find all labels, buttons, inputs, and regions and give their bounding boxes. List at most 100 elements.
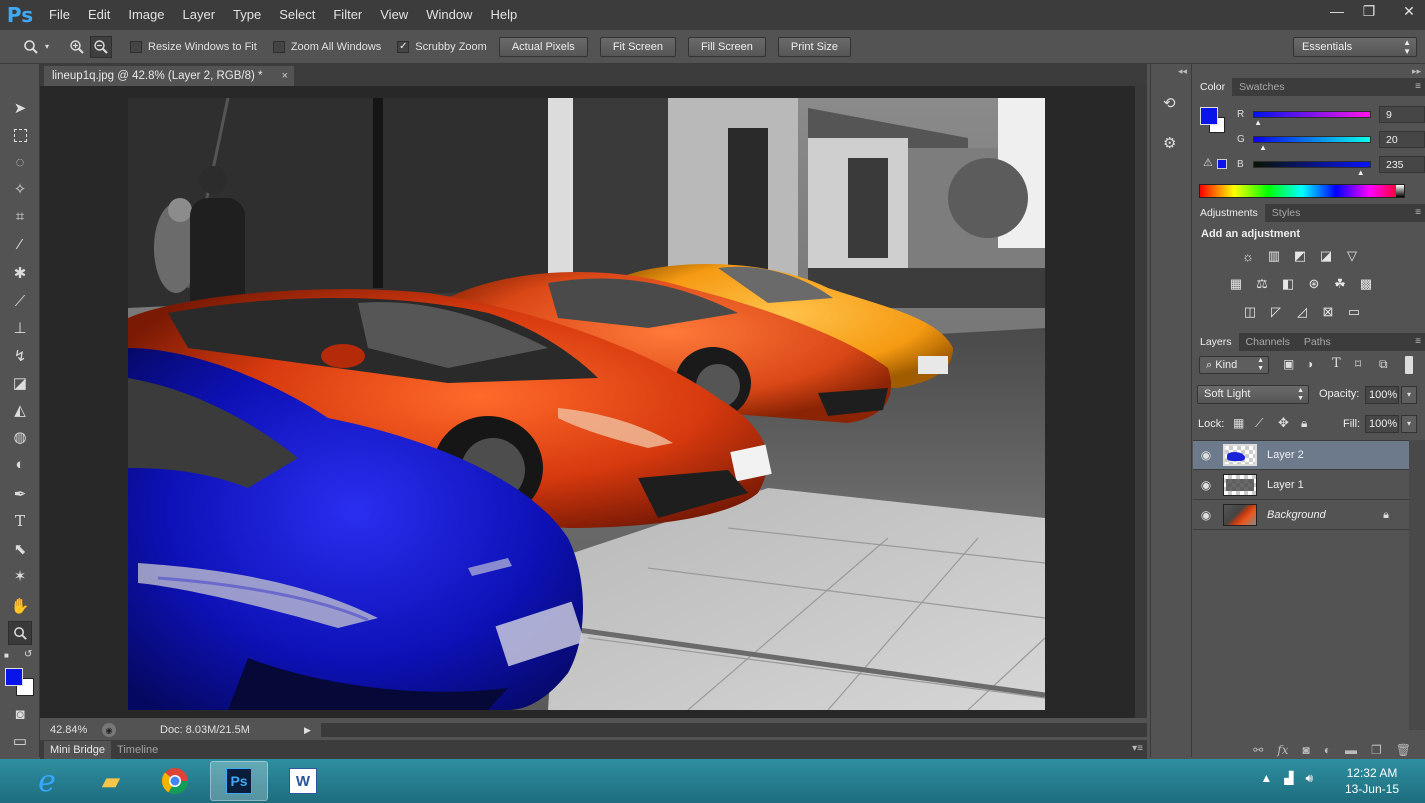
green-slider-knob[interactable]: ▲ <box>1259 143 1267 152</box>
eye-icon[interactable]: ◉ <box>1193 448 1219 462</box>
menu-window[interactable]: Window <box>417 0 481 30</box>
filter-type-icon[interactable]: T <box>1332 356 1341 371</box>
new-adjustment-icon[interactable]: ◐ <box>1324 743 1331 757</box>
menu-filter[interactable]: Filter <box>324 0 371 30</box>
shape-tool-icon[interactable]: ✶ <box>8 564 32 588</box>
layers-scrollbar[interactable] <box>1409 440 1425 730</box>
menu-type[interactable]: Type <box>224 0 270 30</box>
layer-row-layer-1[interactable]: ◉ Layer 1 <box>1193 471 1409 500</box>
menu-image[interactable]: Image <box>119 0 173 30</box>
threshold-icon[interactable]: ◿ <box>1289 302 1315 322</box>
opacity-input[interactable]: 100% <box>1365 386 1399 404</box>
eye-icon[interactable]: ◉ <box>1193 508 1219 522</box>
curves-icon[interactable]: ◩ <box>1287 246 1313 266</box>
panel-menu-icon[interactable]: ≡ <box>1415 81 1421 92</box>
close-tab-icon[interactable]: × <box>282 66 288 86</box>
blue-value-input[interactable]: 235 <box>1379 156 1425 173</box>
layer-filter-select[interactable]: ⌕ Kind ▲ ▼ <box>1199 356 1269 374</box>
status-info-icon[interactable]: ◉ <box>102 723 116 737</box>
zoom-level[interactable]: 42.84% <box>50 724 96 736</box>
close-button[interactable]: ✕ <box>1393 0 1425 22</box>
color-balance-icon[interactable]: ⚖ <box>1249 274 1275 294</box>
history-brush-tool-icon[interactable]: ↯ <box>8 344 32 368</box>
panel-menu-icon[interactable]: ≡ <box>1415 336 1421 347</box>
word-icon[interactable]: W <box>274 761 332 801</box>
layer-row-background[interactable]: ◉ Background 🔒︎ <box>1193 501 1409 530</box>
filter-adjustment-icon[interactable]: ◑ <box>1306 357 1313 371</box>
red-slider[interactable]: ▲ <box>1253 111 1371 127</box>
brightness-contrast-icon[interactable]: ☼ <box>1235 246 1261 266</box>
properties-panel-icon[interactable]: ⚙ <box>1163 134 1176 152</box>
blue-slider[interactable]: ▲ <box>1253 161 1371 177</box>
chrome-icon[interactable] <box>146 761 204 801</box>
path-selection-tool-icon[interactable]: ⬉ <box>8 537 32 561</box>
layer-name[interactable]: Background <box>1267 509 1326 521</box>
pen-tool-icon[interactable]: ✒ <box>8 482 32 506</box>
layer-name[interactable]: Layer 1 <box>1267 479 1304 491</box>
document-image[interactable] <box>128 98 1045 710</box>
layer-row-layer-2[interactable]: ◉ Layer 2 <box>1193 441 1409 470</box>
invert-icon[interactable]: ◫ <box>1237 302 1263 322</box>
zoom-tool-preset-icon[interactable] <box>20 36 42 58</box>
zoom-out-icon[interactable] <box>90 35 112 58</box>
paint-bucket-tool-icon[interactable]: ◭ <box>8 398 32 422</box>
menu-select[interactable]: Select <box>270 0 324 30</box>
tab-timeline[interactable]: Timeline <box>111 741 164 759</box>
horizontal-scrollbar[interactable] <box>320 723 1147 737</box>
filter-smart-object-icon[interactable]: ⧉ <box>1379 357 1388 372</box>
tab-mini-bridge[interactable]: Mini Bridge <box>44 741 112 759</box>
hue-saturation-icon[interactable]: ▦ <box>1223 274 1249 294</box>
tab-color[interactable]: Color <box>1193 78 1233 96</box>
clone-stamp-tool-icon[interactable]: ⊥ <box>8 316 32 340</box>
green-slider[interactable]: ▲ <box>1253 136 1371 152</box>
blend-mode-select[interactable]: Soft Light ▲ ▼ <box>1197 385 1309 404</box>
swap-colors-icon[interactable]: ↺ <box>24 649 32 660</box>
red-value-input[interactable]: 9 <box>1379 106 1425 123</box>
tab-styles[interactable]: Styles <box>1265 204 1308 222</box>
resize-windows-checkbox[interactable]: Resize Windows to Fit <box>130 40 257 53</box>
default-colors-icon[interactable]: ■ <box>4 651 14 661</box>
green-value-input[interactable]: 20 <box>1379 131 1425 148</box>
color-fg-swatch[interactable] <box>1200 107 1218 125</box>
channel-mixer-icon[interactable]: ☘ <box>1327 274 1353 294</box>
panel-menu-icon[interactable]: ▾≡ <box>1132 743 1143 754</box>
zoom-in-icon[interactable] <box>66 36 88 58</box>
panel-menu-icon[interactable]: ≡ <box>1415 207 1421 218</box>
workspace-select[interactable]: Essentials ▲ ▼ <box>1293 37 1417 57</box>
lock-position-icon[interactable]: ✥ <box>1278 415 1289 431</box>
vertical-scrollbar[interactable] <box>1135 86 1147 718</box>
lock-transparent-icon[interactable]: ▦ <box>1233 416 1244 430</box>
status-menu-arrow-icon[interactable]: ▶ <box>304 725 311 736</box>
canvas-area[interactable] <box>40 86 1147 718</box>
foreground-color-swatch[interactable] <box>5 668 23 686</box>
tab-adjustments[interactable]: Adjustments <box>1193 204 1265 222</box>
color-lookup-icon[interactable]: ▩ <box>1353 274 1379 294</box>
web-safe-color-swatch[interactable] <box>1217 159 1227 169</box>
eraser-tool-icon[interactable]: ◪ <box>8 371 32 395</box>
new-group-icon[interactable]: ▬ <box>1345 743 1357 757</box>
print-size-button[interactable]: Print Size <box>777 36 851 57</box>
red-slider-knob[interactable]: ▲ <box>1254 118 1262 127</box>
blue-slider-knob[interactable]: ▲ <box>1357 168 1365 177</box>
marquee-tool-icon[interactable] <box>8 123 32 147</box>
type-tool-icon[interactable]: T <box>8 509 32 533</box>
file-explorer-icon[interactable]: ▰ <box>82 761 140 801</box>
tab-paths[interactable]: Paths <box>1297 333 1338 351</box>
filter-pixel-icon[interactable]: ▣ <box>1283 357 1294 371</box>
ie-icon[interactable]: e <box>18 761 76 801</box>
levels-icon[interactable]: ▥ <box>1261 246 1287 266</box>
gradient-map-icon[interactable]: ▭ <box>1341 302 1367 322</box>
healing-brush-tool-icon[interactable]: ✱ <box>8 261 32 285</box>
hand-tool-icon[interactable]: ✋ <box>8 594 32 618</box>
lock-all-icon[interactable]: 🔒︎ <box>1301 416 1307 431</box>
filter-shape-icon[interactable]: ⌑ <box>1355 357 1361 371</box>
quick-mask-icon[interactable]: ◙ <box>8 702 32 726</box>
exposure-icon[interactable]: ◪ <box>1313 246 1339 266</box>
document-tab[interactable]: lineup1q.jpg @ 42.8% (Layer 2, RGB/8) * … <box>44 66 294 86</box>
filter-toggle[interactable] <box>1405 356 1413 374</box>
eye-icon[interactable]: ◉ <box>1193 478 1219 492</box>
menu-help[interactable]: Help <box>481 0 526 30</box>
selective-color-icon[interactable]: ⊠ <box>1315 302 1341 322</box>
vibrance-icon[interactable]: ▽ <box>1339 246 1365 266</box>
actual-pixels-button[interactable]: Actual Pixels <box>498 36 588 57</box>
